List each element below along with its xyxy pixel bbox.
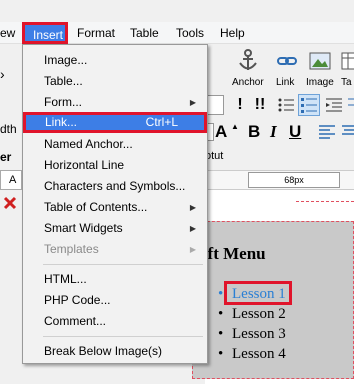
outdent-icon[interactable] bbox=[324, 95, 344, 115]
table-label: Ta bbox=[341, 77, 352, 88]
menu-insert[interactable]: Insert bbox=[22, 22, 68, 44]
menu-separator bbox=[43, 336, 203, 337]
width-label: dth bbox=[0, 122, 17, 136]
menu-item-label: Break Below Image(s) bbox=[44, 344, 163, 358]
width-ruler-value[interactable]: 68px bbox=[248, 172, 340, 188]
menu-item-label: Image... bbox=[44, 53, 88, 67]
table-icon[interactable] bbox=[341, 48, 354, 74]
lesson-item-3[interactable]: Lesson 3 bbox=[218, 324, 286, 344]
left-toolbar-arrow[interactable]: › bbox=[0, 66, 22, 84]
menu-view[interactable]: ew bbox=[0, 25, 15, 41]
menu-item-label: Table... bbox=[44, 74, 83, 88]
canvas-guide bbox=[296, 201, 354, 202]
menu-item-link[interactable]: Link... Ctrl+L bbox=[23, 112, 207, 133]
menu-item-label: Characters and Symbols... bbox=[44, 179, 186, 193]
menu-item-label: Templates bbox=[44, 242, 99, 256]
menu-item-label: Comment... bbox=[44, 314, 107, 328]
menu-item-label: Smart Widgets bbox=[44, 221, 123, 235]
menu-item-templates: Templates ▶ bbox=[24, 239, 206, 260]
underline-button[interactable]: U bbox=[289, 122, 301, 142]
submenu-arrow-icon: ▶ bbox=[189, 245, 196, 254]
menu-item-smart-widgets[interactable]: Smart Widgets ▶ bbox=[24, 218, 206, 239]
left-font-field[interactable]: A bbox=[0, 170, 22, 190]
double-excl-button[interactable]: !! bbox=[250, 95, 270, 115]
menu-item-table-of-contents[interactable]: Table of Contents... ▶ bbox=[24, 197, 206, 218]
panel-header: er bbox=[0, 150, 12, 164]
menu-help[interactable]: Help bbox=[220, 25, 245, 41]
menu-item-table[interactable]: Table... bbox=[24, 71, 206, 92]
menu-format[interactable]: Format bbox=[77, 25, 115, 41]
text-size-button[interactable]: A bbox=[215, 122, 227, 142]
list-icon[interactable] bbox=[276, 95, 296, 115]
image-icon[interactable] bbox=[307, 48, 333, 74]
menu-table[interactable]: Table bbox=[130, 25, 159, 41]
menu-bar: ew Insert Format Table Tools Help bbox=[0, 22, 354, 44]
more-format-icon[interactable] bbox=[346, 95, 354, 115]
excl-button[interactable]: ! bbox=[230, 95, 250, 115]
menu-separator bbox=[43, 264, 203, 265]
bullet-list-icon[interactable] bbox=[298, 94, 320, 116]
submenu-arrow-icon: ▶ bbox=[189, 98, 196, 107]
bold-button[interactable]: B bbox=[248, 122, 260, 142]
submenu-arrow-icon: ▶ bbox=[189, 224, 196, 233]
menu-item-break-below-images[interactable]: Break Below Image(s) bbox=[24, 341, 206, 362]
style-select[interactable] bbox=[206, 95, 224, 115]
menu-item-label: Table of Contents... bbox=[44, 200, 148, 214]
menu-item-label: PHP Code... bbox=[44, 293, 111, 307]
menu-item-label: Horizontal Line bbox=[44, 158, 125, 172]
link-label: Link bbox=[276, 77, 295, 88]
menu-item-shortcut: Ctrl+L bbox=[145, 115, 178, 129]
menu-item-label: Form... bbox=[44, 95, 82, 109]
menu-item-php-code[interactable]: PHP Code... bbox=[24, 290, 206, 311]
link-icon[interactable] bbox=[274, 48, 300, 74]
menu-item-named-anchor[interactable]: Named Anchor... bbox=[24, 134, 206, 155]
menu-item-image[interactable]: Image... bbox=[24, 50, 206, 71]
image-label: Image bbox=[306, 77, 334, 88]
menu-item-label: HTML... bbox=[44, 272, 87, 286]
submenu-arrow-icon: ▶ bbox=[189, 203, 196, 212]
align-left-icon[interactable] bbox=[318, 123, 336, 141]
lesson-highlight bbox=[224, 281, 292, 305]
delete-icon[interactable] bbox=[3, 196, 17, 210]
lesson-item-2[interactable]: Lesson 2 bbox=[218, 304, 286, 324]
insert-menu-dropdown: Image... Table... Form... ▶ Link... Ctrl+L… bbox=[22, 44, 208, 364]
menu-item-comment[interactable]: Comment... bbox=[24, 311, 206, 332]
lesson-item-4[interactable]: Lesson 4 bbox=[218, 344, 286, 364]
menu-insert-label: Insert bbox=[33, 28, 64, 42]
menu-item-label: Named Anchor... bbox=[44, 137, 133, 151]
menu-item-html[interactable]: HTML... bbox=[24, 269, 206, 290]
anchor-icon[interactable] bbox=[235, 48, 261, 74]
align-center-icon[interactable] bbox=[340, 123, 354, 141]
menu-item-form[interactable]: Form... ▶ bbox=[24, 92, 206, 113]
menu-heading: eft Menu bbox=[200, 244, 266, 263]
anchor-label: Anchor bbox=[232, 77, 264, 88]
menu-item-horizontal-line[interactable]: Horizontal Line bbox=[24, 155, 206, 176]
size-up-icon: ▲ bbox=[231, 122, 239, 131]
italic-button[interactable]: I bbox=[270, 122, 277, 142]
menu-item-characters-symbols[interactable]: Characters and Symbols... bbox=[24, 176, 206, 197]
menu-item-label: Link... bbox=[45, 115, 78, 129]
menu-tools[interactable]: Tools bbox=[176, 25, 204, 41]
